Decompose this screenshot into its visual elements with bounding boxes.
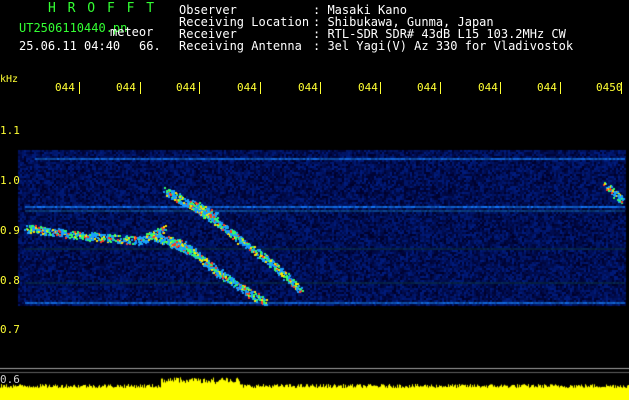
freq-label: 1.0	[0, 174, 20, 187]
brand-title: H R O F F T	[48, 1, 157, 16]
time-label: 044	[55, 81, 75, 94]
time-tick	[79, 82, 80, 94]
time-tick	[380, 82, 381, 94]
datetime-label: 25.06.11 04:40	[19, 39, 121, 53]
time-tick	[440, 82, 441, 94]
time-label: 044	[116, 81, 136, 94]
freq-label: 1.1	[0, 124, 20, 137]
time-label: 044	[298, 81, 318, 94]
time-tick	[260, 82, 261, 94]
time-label: 044	[537, 81, 557, 94]
spectrogram-canvas	[0, 0, 629, 400]
count-label: 66.	[139, 39, 161, 53]
time-label: 044	[176, 81, 196, 94]
time-tick	[140, 82, 141, 94]
freq-unit-label: kHz	[0, 74, 19, 85]
time-label: 044	[358, 81, 378, 94]
freq-label: 0.7	[0, 323, 20, 336]
mode-label: meteor	[110, 25, 154, 39]
time-label: 044	[417, 81, 437, 94]
freq-label: 0.8	[0, 274, 20, 287]
freq-label: 0.6	[0, 373, 20, 386]
time-tick	[500, 82, 501, 94]
time-tick	[320, 82, 321, 94]
time-tick	[199, 82, 200, 94]
time-label: 044	[478, 81, 498, 94]
info-value-antenna: : 3el Yagi(V) Az 330 for Vladivostok	[313, 39, 574, 53]
time-label: 0450	[596, 81, 623, 94]
time-label: 044	[237, 81, 257, 94]
freq-label: 0.9	[0, 224, 20, 237]
time-tick	[621, 82, 622, 94]
info-key-antenna: Receiving Antenna	[179, 39, 302, 53]
time-tick	[560, 82, 561, 94]
